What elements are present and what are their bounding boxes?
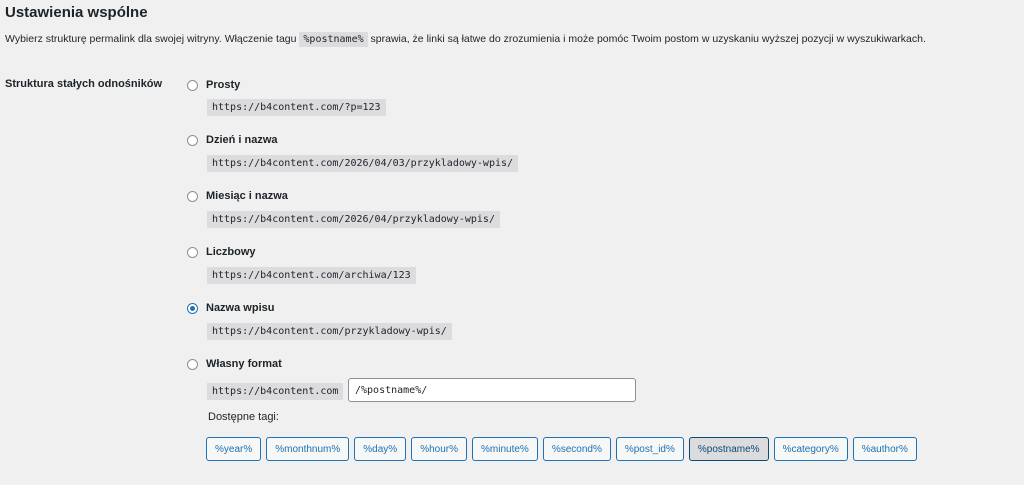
tag-post-id-button[interactable]: %post_id% (615, 437, 684, 461)
page-title: Ustawienia wspólne (5, 4, 148, 21)
radio-numeric[interactable] (187, 246, 198, 258)
custom-structure-input[interactable] (348, 378, 636, 402)
option-numeric[interactable]: Liczbowy (187, 244, 256, 260)
example-day-name: https://b4content.com/2026/04/03/przykla… (207, 155, 519, 172)
option-post-name-label: Nazwa wpisu (206, 302, 275, 314)
option-month-name[interactable]: Miesiąc i nazwa (187, 188, 288, 204)
tag-monthnum-button[interactable]: %monthnum% (266, 437, 350, 461)
option-plain[interactable]: Prosty (187, 77, 240, 93)
tag-minute-button[interactable]: %minute% (472, 437, 538, 461)
radio-post-name[interactable] (187, 302, 198, 314)
intro-text: Wybierz strukturę permalink dla swojej w… (5, 32, 1015, 47)
tag-second-button[interactable]: %second% (542, 437, 611, 461)
example-month-name: https://b4content.com/2026/04/przykladow… (207, 211, 500, 228)
option-post-name[interactable]: Nazwa wpisu (187, 300, 274, 316)
custom-base-url: https://b4content.com (207, 383, 344, 400)
radio-plain[interactable] (187, 79, 198, 91)
option-plain-label: Prosty (206, 79, 241, 91)
option-numeric-label: Liczbowy (206, 246, 256, 258)
example-post-name: https://b4content.com/przykladowy-wpis/ (207, 323, 452, 340)
radio-custom[interactable] (187, 358, 198, 370)
option-month-name-label: Miesiąc i nazwa (206, 190, 288, 202)
available-tags-label: Dostępne tagi: (208, 411, 279, 423)
tag-author-button[interactable]: %author% (852, 437, 917, 461)
radio-day-name[interactable] (187, 134, 198, 146)
option-custom[interactable]: Własny format (187, 356, 282, 372)
intro-text-before: Wybierz strukturę permalink dla swojej w… (5, 33, 300, 45)
option-day-name-label: Dzień i nazwa (206, 134, 278, 146)
intro-code-postname: %postname% (299, 32, 368, 47)
intro-text-after: sprawia, że linki są łatwe do zrozumieni… (367, 33, 926, 45)
tag-year-button[interactable]: %year% (206, 437, 262, 461)
tag-postname-button[interactable]: %postname% (688, 437, 769, 461)
option-custom-label: Własny format (206, 358, 282, 370)
permalink-structure-label: Struktura stałych odnośników (5, 78, 163, 90)
radio-month-name[interactable] (187, 190, 198, 202)
option-day-name[interactable]: Dzień i nazwa (187, 132, 278, 148)
example-plain: https://b4content.com/?p=123 (207, 99, 386, 116)
available-tags: %year% %monthnum% %day% %hour% %minute% … (206, 437, 917, 461)
tag-hour-button[interactable]: %hour% (411, 437, 467, 461)
tag-category-button[interactable]: %category% (773, 437, 848, 461)
tag-day-button[interactable]: %day% (354, 437, 407, 461)
example-numeric: https://b4content.com/archiwa/123 (207, 267, 416, 284)
